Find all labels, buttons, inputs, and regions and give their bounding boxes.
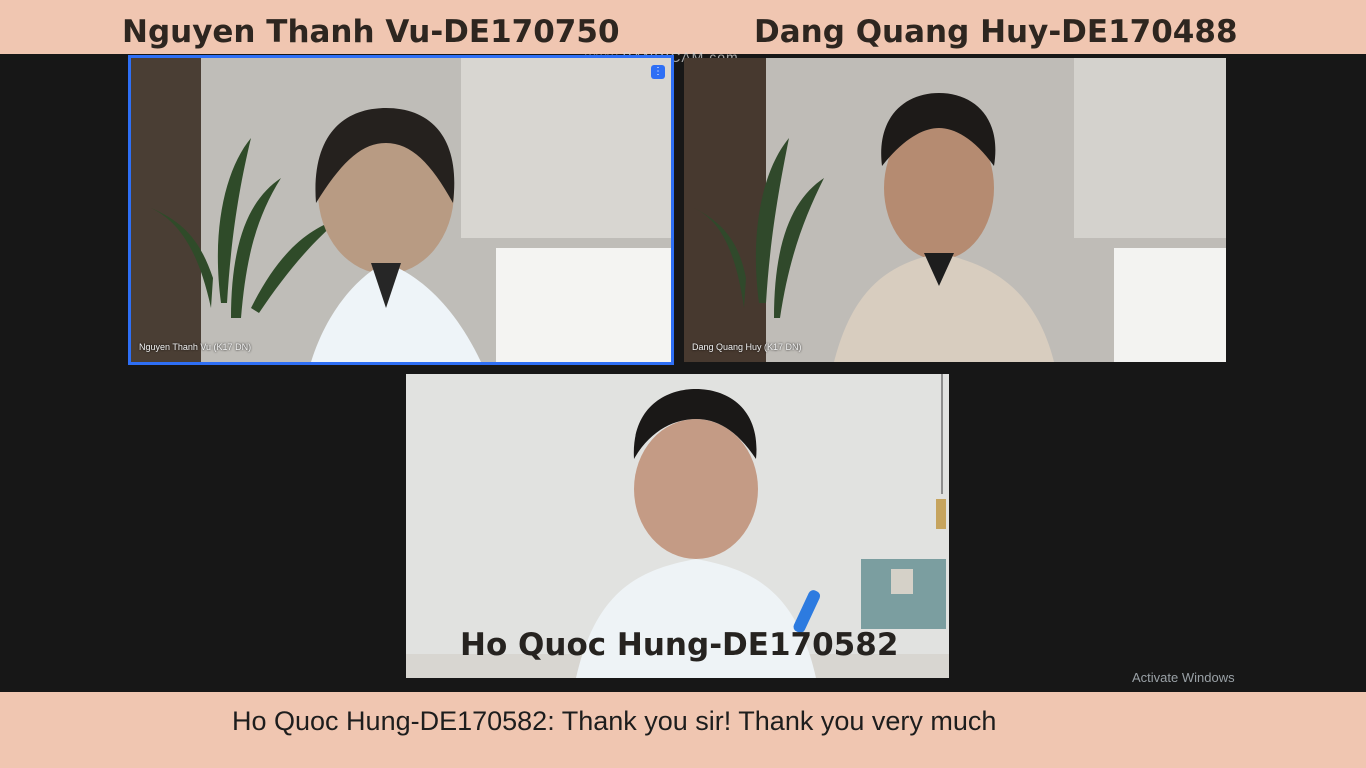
participant-label-left: Nguyen Thanh Vu-DE170750 xyxy=(122,14,620,50)
video-tile-dang-quang-huy[interactable]: Dang Quang Huy (K17 DN) xyxy=(684,58,1226,362)
subtitle-text: Ho Quoc Hung-DE170582: Thank you sir! Th… xyxy=(232,706,997,736)
video-tile-nguyen-thanh-vu[interactable]: ⋮ Nguyen Thanh Vu (K17 DN) xyxy=(128,55,674,365)
participant-video-feed xyxy=(684,58,1226,362)
speaking-indicator-icon: ⋮ xyxy=(651,65,665,79)
activate-windows-notice: Activate Windows xyxy=(1132,670,1235,685)
participant-video-feed xyxy=(131,58,671,362)
video-tile-ho-quoc-hung[interactable]: Ho Quoc Hung-DE170582 xyxy=(406,374,949,678)
participant-caption: Nguyen Thanh Vu (K17 DN) xyxy=(139,342,252,352)
participant-caption: Dang Quang Huy (K17 DN) xyxy=(692,342,802,352)
participant-name-overlay: Ho Quoc Hung-DE170582 xyxy=(460,627,899,663)
participant-label-right: Dang Quang Huy-DE170488 xyxy=(754,14,1238,50)
